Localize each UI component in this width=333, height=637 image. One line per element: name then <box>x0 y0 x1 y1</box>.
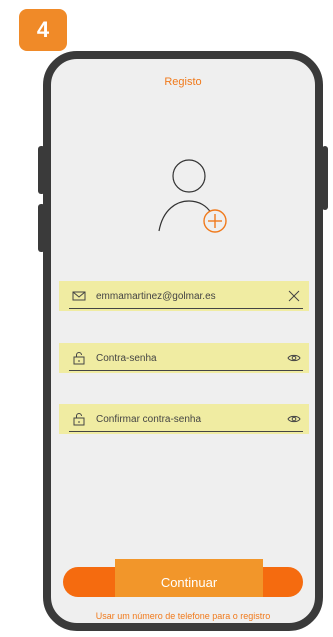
continue-button-label: Continuar <box>160 575 218 590</box>
email-field[interactable]: emmamartinez@golmar.es <box>59 281 309 311</box>
continue-button[interactable]: Continuar <box>63 559 303 597</box>
use-phone-number-link[interactable]: Usar um número de telefone para o regist… <box>51 611 315 621</box>
phone-frame: Registo emmamartinez@golmar.es Contra-se… <box>43 51 323 631</box>
mail-icon <box>72 291 86 301</box>
confirm-password-placeholder: Confirmar contra-senha <box>96 414 202 425</box>
field-underline <box>69 370 303 371</box>
user-add-icon[interactable] <box>143 151 239 235</box>
page-title: Registo <box>164 76 202 88</box>
password-field[interactable]: Contra-senha <box>59 343 309 373</box>
clear-icon[interactable] <box>287 289 301 303</box>
email-value: emmamartinez@golmar.es <box>96 291 216 302</box>
field-underline <box>69 308 303 309</box>
password-placeholder: Contra-senha <box>96 353 157 364</box>
confirm-password-field[interactable]: Confirmar contra-senha <box>59 404 309 434</box>
lock-icon <box>73 413 85 426</box>
lock-icon <box>73 352 85 365</box>
field-underline <box>69 431 303 432</box>
step-number-badge: 4 <box>19 9 67 51</box>
eye-icon[interactable] <box>287 412 301 426</box>
eye-icon[interactable] <box>287 351 301 365</box>
